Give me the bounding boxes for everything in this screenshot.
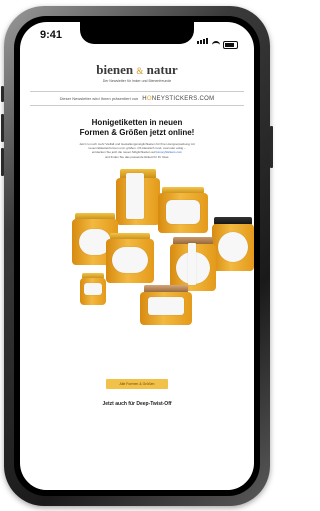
brand-amp: & — [136, 66, 144, 76]
jar-image — [158, 186, 208, 233]
jar-image — [170, 236, 216, 291]
jar-image — [212, 216, 254, 271]
headline-line-2: Formen & Größen jetzt online! — [79, 127, 195, 137]
notch — [80, 22, 194, 44]
mute-switch — [1, 86, 4, 102]
email-topline — [30, 52, 244, 58]
brand-left: bienen — [96, 62, 134, 77]
phone-screen: 9:41 bienen & natur Der Newsletter für I… — [20, 22, 254, 490]
cta-button[interactable]: Alle Formen & Größen — [106, 378, 168, 389]
phone-bezel: 9:41 bienen & natur Der Newsletter für I… — [14, 16, 260, 496]
brand-tagline: Der Newsletter für Imker und Bienenfreun… — [102, 79, 172, 83]
power-button — [270, 126, 273, 168]
headline: Honigetiketten in neuen Formen & Größen … — [30, 118, 244, 137]
body-text: Jetzt zu noch mehr Vielfalt und Gestaltu… — [79, 142, 195, 159]
sponsor-logo[interactable]: HONEYSTICKERS.COM — [142, 96, 214, 102]
volume-down-button — [1, 148, 4, 176]
wifi-icon — [212, 41, 220, 49]
brand-right: natur — [146, 62, 178, 77]
body-link[interactable]: HoneyStickers.com — [156, 150, 182, 154]
subheadline: Jetzt auch für Deep-Twist-Off — [102, 400, 172, 407]
jar-image — [80, 272, 106, 305]
sponsor-bar: Dieser Newsletter wird Ihnen präsentiert… — [30, 91, 244, 106]
jar-image — [116, 168, 160, 225]
phone-frame: 9:41 bienen & natur Der Newsletter für I… — [1, 6, 273, 506]
status-time: 9:41 — [40, 29, 63, 41]
brand-logo[interactable]: bienen & natur — [30, 62, 244, 78]
volume-up-button — [1, 114, 4, 142]
status-icons — [197, 31, 238, 49]
honey-jars-image — [30, 167, 254, 367]
newsletter-email[interactable]: bienen & natur Der Newsletter für Imker … — [30, 52, 254, 490]
jar-image — [106, 232, 154, 283]
headline-line-1: Honigetiketten in neuen — [91, 118, 183, 127]
jar-image — [140, 284, 192, 325]
sponsor-text: Dieser Newsletter wird Ihnen präsentiert… — [59, 96, 139, 101]
battery-icon — [223, 41, 238, 49]
signal-icon — [197, 31, 209, 49]
